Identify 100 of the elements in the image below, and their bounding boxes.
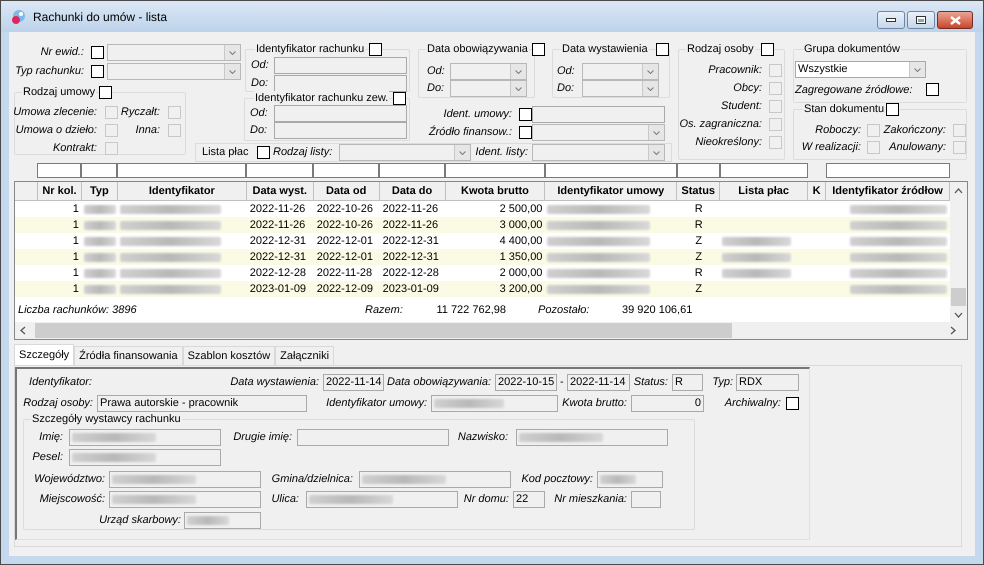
redacted-value (600, 475, 636, 484)
table-cell-text: 1 (72, 234, 79, 249)
filter-input[interactable] (81, 163, 117, 178)
column-header[interactable]: K (808, 182, 826, 201)
checkbox[interactable] (532, 43, 545, 56)
filter-input[interactable] (117, 163, 246, 178)
scroll-down-icon[interactable] (954, 312, 963, 318)
input-field[interactable] (516, 429, 668, 446)
vertical-scrollbar[interactable] (950, 182, 967, 322)
dropdown[interactable]: Wszystkie (795, 61, 926, 78)
table-row[interactable]: 1 2022-12-31 2022-12-01 2022-12-31 1 350,00 Z (15, 249, 950, 265)
minimize-button[interactable] (877, 11, 905, 29)
tab[interactable]: Źródła finansowania (74, 346, 183, 365)
close-button[interactable] (937, 11, 973, 29)
tab[interactable]: Załączniki (275, 346, 334, 365)
table-cell-text: 1 350,00 (500, 250, 542, 265)
dropdown[interactable] (582, 80, 659, 97)
input-field[interactable] (597, 471, 663, 488)
input-field[interactable] (631, 491, 661, 508)
scroll-left-icon[interactable] (20, 326, 26, 335)
column-header[interactable]: Identyfikator źródłow (826, 182, 950, 201)
filter-input[interactable] (720, 163, 808, 178)
input-field[interactable] (274, 105, 407, 122)
table-cell-text: 1 (72, 282, 79, 297)
input-field[interactable] (431, 395, 558, 412)
table-cell-text: 2 000,00 (500, 266, 542, 281)
column-header[interactable]: Kwota brutto (446, 182, 546, 201)
filter-input[interactable] (379, 163, 445, 178)
filter-input[interactable] (445, 163, 545, 178)
input-field[interactable] (274, 57, 407, 74)
table-row[interactable]: 1 2023-01-09 2022-12-09 2023-01-09 3 200,00 Z (15, 281, 950, 297)
chevron-icon (515, 70, 522, 74)
dropdown[interactable] (450, 80, 527, 97)
input-field[interactable] (359, 471, 511, 488)
table-cell-text: 2022-12-31 (382, 234, 439, 249)
column-header[interactable]: Status (677, 182, 720, 201)
checkbox[interactable] (99, 86, 112, 99)
scroll-thumb[interactable] (35, 323, 732, 338)
field-label: Pesel: (32, 450, 63, 464)
summary-value: 39 920 106,61 (622, 302, 692, 318)
input-field[interactable] (69, 449, 221, 466)
scroll-up-icon[interactable] (954, 188, 963, 194)
filter-input[interactable] (313, 163, 379, 178)
column-header[interactable]: Data do (380, 182, 446, 201)
input-field[interactable]: Prawa autorskie - pracownik (97, 395, 307, 412)
filter-input[interactable] (37, 163, 81, 178)
maximize-button[interactable] (907, 11, 935, 29)
input-field[interactable]: 0 (631, 395, 704, 412)
scroll-right-icon[interactable] (950, 326, 956, 335)
column-header[interactable]: Lista płac (720, 182, 808, 201)
dropdown[interactable] (339, 144, 471, 161)
input-field[interactable] (184, 512, 261, 529)
column-header[interactable]: Identyfikator (118, 182, 247, 201)
checkbox[interactable] (786, 397, 799, 410)
filter-input[interactable] (246, 163, 313, 178)
chevron-icon (515, 86, 522, 90)
filter-input[interactable] (826, 163, 950, 178)
input-field[interactable]: 2022-11-14 (323, 374, 384, 391)
checkbox[interactable] (761, 43, 774, 56)
horizontal-scrollbar[interactable] (15, 322, 967, 339)
field-label: Ryczałt: (120, 105, 160, 119)
input-field[interactable] (109, 491, 261, 508)
input-field[interactable] (109, 471, 261, 488)
input-field[interactable]: R (672, 374, 703, 391)
dropdown[interactable] (450, 63, 527, 80)
tab[interactable]: Szczegóły (14, 344, 74, 365)
column-header[interactable]: Nr kol. (38, 182, 82, 201)
dropdown[interactable] (582, 63, 659, 80)
input-field[interactable] (274, 75, 407, 92)
input-field[interactable] (274, 122, 407, 139)
input-field[interactable] (306, 491, 458, 508)
table-row[interactable]: 1 2022-11-26 2022-10-26 2022-11-26 3 000,00 R (15, 217, 950, 233)
redacted-value (434, 399, 504, 408)
table-cell-text: 2022-12-28 (250, 266, 306, 281)
checkbox[interactable] (369, 43, 382, 56)
input-field[interactable]: RDX (736, 374, 799, 391)
field-label: Nr mieszkania: (554, 492, 627, 506)
input-field[interactable] (297, 429, 449, 446)
checkbox[interactable] (926, 83, 939, 96)
column-header[interactable]: Data od (314, 182, 380, 201)
scroll-thumb[interactable] (951, 288, 966, 306)
column-header[interactable]: Identyfikator umowy (545, 182, 678, 201)
field-label: Student: (721, 99, 762, 113)
checkbox[interactable] (886, 103, 899, 116)
field-label: Typ: (712, 375, 733, 389)
filter-input[interactable] (545, 163, 677, 178)
table-cell-text: 2022-12-31 (250, 250, 306, 265)
filter-input[interactable] (677, 163, 720, 178)
checkbox[interactable] (393, 92, 406, 105)
checkbox[interactable] (656, 43, 669, 56)
field-label: Kontrakt: (52, 141, 97, 155)
tab[interactable]: Szablon kosztów (182, 346, 276, 365)
input-field[interactable]: 2022-10-15 (495, 374, 557, 391)
column-header[interactable]: Typ (82, 182, 118, 201)
column-header[interactable]: Data wyst. (246, 182, 314, 201)
input-field[interactable] (69, 429, 221, 446)
input-field[interactable]: 2022-11-14 (567, 374, 630, 391)
input-field[interactable]: 22 (513, 491, 545, 508)
checkbox[interactable] (257, 146, 270, 159)
dropdown[interactable] (532, 144, 665, 161)
